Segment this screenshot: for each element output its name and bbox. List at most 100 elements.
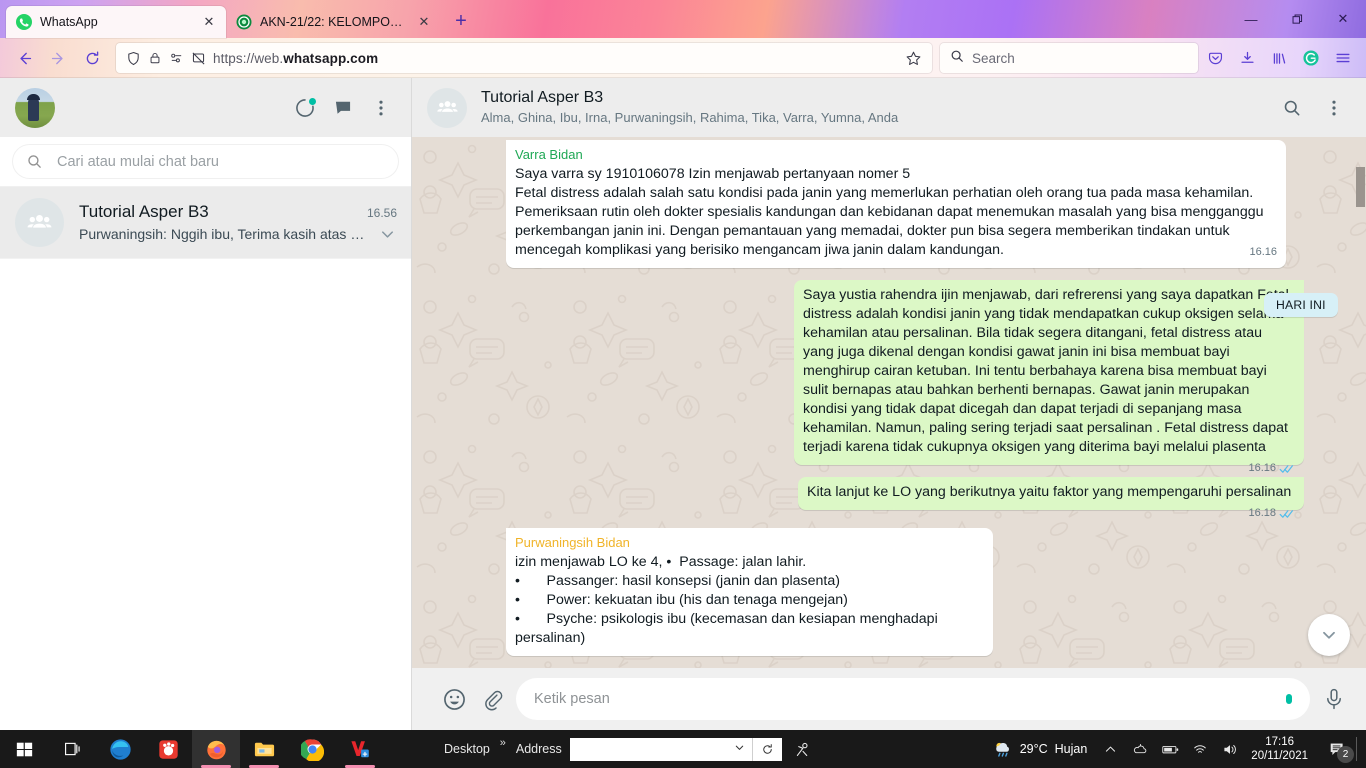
wifi-icon[interactable]: [1185, 730, 1215, 768]
sidebar-search-container: Cari atau mulai chat baru: [0, 137, 411, 187]
message-bubble-outgoing[interactable]: Saya yustia rahendra ijin menjawab, dari…: [794, 280, 1304, 474]
library-icon[interactable]: [1264, 43, 1294, 73]
forward-button[interactable]: [42, 43, 74, 73]
lock-icon[interactable]: [148, 51, 162, 65]
whatsapp-sidebar: Cari atau mulai chat baru Tutorial Asper…: [0, 78, 412, 730]
message-bubble-incoming[interactable]: Purwaningsih Bidan izin menjawab LO ke 4…: [506, 528, 993, 656]
vegas-pro-icon[interactable]: [336, 730, 384, 768]
message-time: 16.16: [1248, 462, 1276, 474]
chrome-icon[interactable]: [288, 730, 336, 768]
taskbar-clock[interactable]: 17:16 20/11/2021: [1245, 735, 1318, 763]
message-text: Saya yustia rahendra ijin menjawab, dari…: [803, 287, 1289, 455]
tab-close-icon[interactable]: ✕: [415, 13, 433, 31]
profile-avatar[interactable]: [15, 87, 55, 128]
list-item[interactable]: Tutorial Asper B3 16.56 Purwaningsih: Ng…: [0, 187, 411, 259]
browser-tab-whatsapp[interactable]: WhatsApp ✕: [6, 6, 226, 38]
grammarly-icon[interactable]: [1296, 43, 1326, 73]
start-icon[interactable]: [0, 730, 48, 768]
message-meta: 16.16: [1249, 243, 1277, 262]
shield-icon[interactable]: [126, 51, 141, 66]
window-minimize-button[interactable]: —: [1228, 0, 1274, 38]
browser-tab-title: AKN-21/22: KELOMPOK B3: [260, 15, 407, 29]
browser-tab-title: WhatsApp: [40, 15, 98, 29]
recording-indicator-dot: [1286, 694, 1292, 704]
browser-search-bar[interactable]: Search: [940, 43, 1198, 73]
chevron-down-icon[interactable]: [378, 225, 397, 244]
date-divider-chip: HARI INI: [1264, 293, 1338, 317]
microphone-icon[interactable]: [1320, 685, 1348, 713]
onedrive-icon[interactable]: [1125, 730, 1155, 768]
chat-row-top: Tutorial Asper B3 16.56: [79, 202, 397, 222]
new-tab-button[interactable]: +: [447, 7, 475, 35]
permissions-icon[interactable]: [169, 51, 184, 66]
system-tray: 29°C Hujan 17:16 20/11/2021 2: [988, 730, 1366, 768]
menu-icon[interactable]: [367, 94, 395, 122]
chat-row-content: Tutorial Asper B3 16.56 Purwaningsih: Ng…: [79, 202, 397, 244]
browser-tab-akn-kelompok-b3[interactable]: AKN-21/22: KELOMPOK B3 ✕: [226, 6, 441, 38]
action-center-icon[interactable]: 2: [1318, 730, 1356, 768]
weather-widget[interactable]: 29°C Hujan: [988, 739, 1096, 760]
clock-time: 17:16: [1265, 736, 1295, 748]
message-input[interactable]: Ketik pesan: [516, 678, 1310, 720]
conversation-members: Alma, Ghina, Ibu, Irna, Purwaningsih, Ra…: [481, 110, 899, 125]
message-time: 16.18: [1248, 507, 1276, 519]
refresh-icon[interactable]: [751, 737, 782, 761]
address-toolbar-input[interactable]: [569, 737, 752, 761]
task-view-icon[interactable]: [48, 730, 96, 768]
window-close-button[interactable]: ✕: [1320, 0, 1366, 38]
whatsapp-web-app: Cari atau mulai chat baru Tutorial Asper…: [0, 78, 1366, 730]
status-ring-icon[interactable]: [291, 94, 319, 122]
search-placeholder: Cari atau mulai chat baru: [57, 153, 219, 170]
group-icon: [15, 198, 64, 247]
read-receipt-icon: [1279, 463, 1295, 475]
file-explorer-icon[interactable]: [240, 730, 288, 768]
window-maximize-button[interactable]: [1274, 0, 1320, 38]
conversation-header[interactable]: Tutorial Asper B3 Alma, Ghina, Ibu, Irna…: [412, 78, 1366, 137]
chat-row-bottom: Purwaningsih: Nggih ibu, Terima kasih at…: [79, 225, 397, 244]
new-chat-icon[interactable]: [329, 94, 357, 122]
message-bubble-incoming[interactable]: Varra Bidan Saya varra sy 1910106078 Izi…: [506, 140, 1286, 268]
back-button[interactable]: [8, 43, 40, 73]
desktop-toolbar-button[interactable]: Desktop »: [440, 737, 506, 756]
chat-list: Tutorial Asper B3 16.56 Purwaningsih: Ng…: [0, 187, 411, 730]
search-input[interactable]: Cari atau mulai chat baru: [12, 144, 399, 179]
menu-icon[interactable]: [1320, 94, 1348, 122]
bookmark-star-icon[interactable]: [905, 50, 922, 67]
show-desktop-button[interactable]: [1356, 737, 1362, 761]
chevron-down-icon[interactable]: [734, 742, 745, 756]
weather-temperature: 29°C: [1019, 742, 1048, 756]
reload-button[interactable]: [76, 43, 108, 73]
scroll-to-bottom-button[interactable]: [1308, 614, 1350, 656]
search-icon[interactable]: [1278, 94, 1306, 122]
url-bar[interactable]: https://web.whatsapp.com: [116, 43, 932, 73]
edge-icon[interactable]: [96, 730, 144, 768]
window-controls: — ✕: [1228, 0, 1366, 38]
read-receipt-icon: [1279, 508, 1295, 520]
battery-icon[interactable]: [1155, 730, 1185, 768]
tracking-protection-icon[interactable]: [191, 51, 206, 66]
browser-navigation-bar: https://web.whatsapp.com Search: [0, 38, 1366, 78]
firefox-icon[interactable]: [192, 730, 240, 768]
desktop-toolbar-label: Desktop: [444, 742, 490, 756]
attachment-clip-icon[interactable]: [478, 685, 506, 713]
people-icon[interactable]: [782, 741, 824, 758]
app-menu-icon[interactable]: [1328, 43, 1358, 73]
overflow-chevron-icon[interactable]: »: [500, 737, 506, 749]
url-text: https://web.whatsapp.com: [213, 50, 379, 66]
taskbar-toolbars: Desktop » Address: [440, 737, 824, 761]
message-sender: Varra Bidan: [515, 147, 583, 162]
downloads-icon[interactable]: [1232, 43, 1262, 73]
rain-cloud-icon: [992, 739, 1013, 760]
emoji-icon[interactable]: [440, 685, 468, 713]
message-scrollbar[interactable]: [1355, 137, 1366, 668]
message-bubble-outgoing[interactable]: Kita lanjut ke LO yang berikutnya yaitu …: [798, 477, 1304, 519]
firefox-browser-window: WhatsApp ✕ AKN-21/22: KELOMPOK B3 ✕ + — …: [0, 0, 1366, 730]
scrollbar-thumb[interactable]: [1356, 167, 1365, 207]
chat-title: Tutorial Asper B3: [79, 201, 209, 221]
show-hidden-icons-button[interactable]: [1095, 730, 1125, 768]
pocket-icon[interactable]: [1200, 43, 1230, 73]
volume-icon[interactable]: [1215, 730, 1245, 768]
group-icon[interactable]: [427, 87, 467, 128]
gom-player-icon[interactable]: [144, 730, 192, 768]
tab-close-icon[interactable]: ✕: [200, 13, 218, 31]
